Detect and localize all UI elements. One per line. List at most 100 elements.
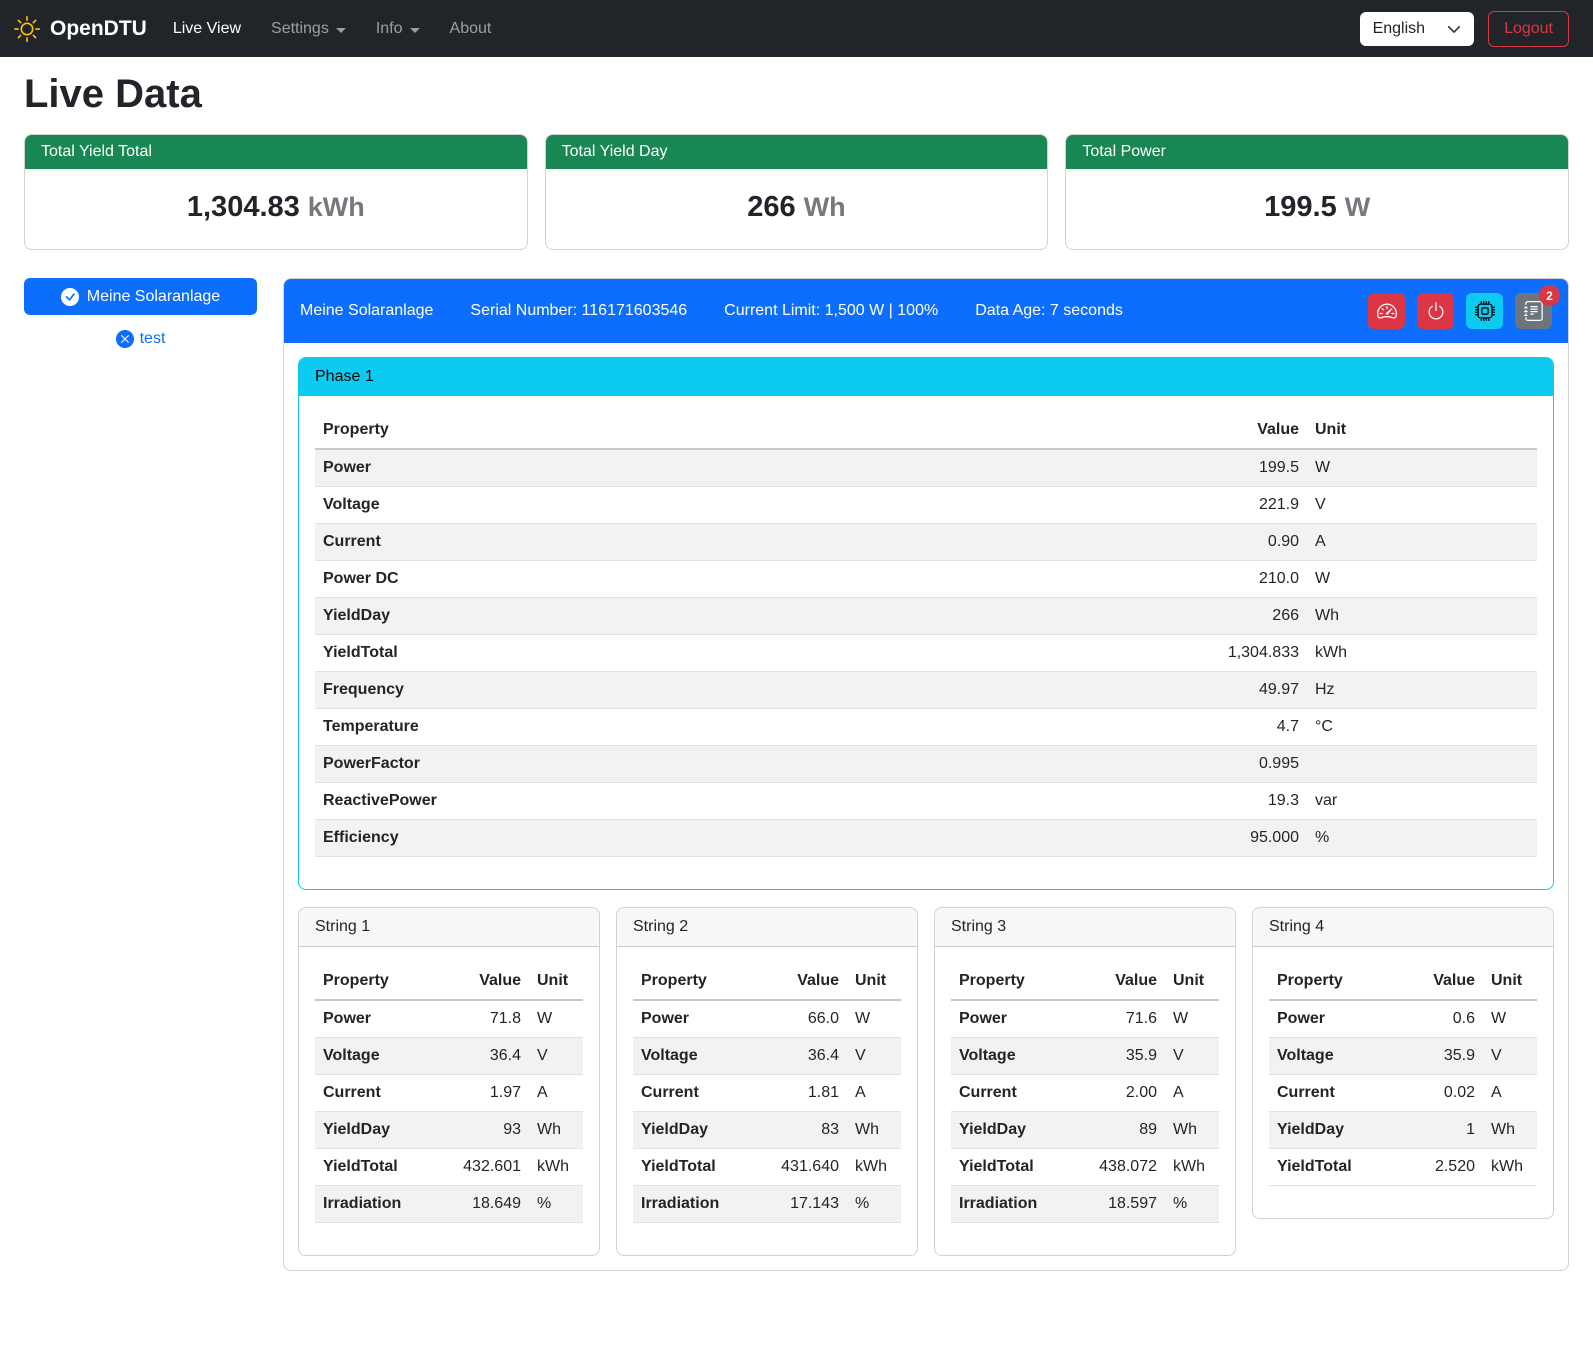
property-cell: Power (315, 449, 1187, 487)
brand-link[interactable]: OpenDTU (14, 16, 147, 42)
card-title: Total Yield Day (546, 135, 1048, 169)
table-header-row: Property Value Unit (315, 963, 583, 1000)
unit-cell: % (847, 1186, 901, 1223)
property-cell: Voltage (315, 1038, 429, 1075)
property-cell: YieldTotal (951, 1149, 1065, 1186)
value-cell: 0.6 (1383, 1000, 1483, 1038)
unit-cell (1307, 746, 1537, 783)
caret-down-icon (410, 28, 420, 33)
unit-cell: A (529, 1075, 583, 1112)
property-cell: Voltage (951, 1038, 1065, 1075)
table-row: YieldDay1Wh (1269, 1112, 1537, 1149)
logout-button[interactable]: Logout (1488, 11, 1569, 47)
value-cell: 0.995 (1187, 746, 1307, 783)
property-cell: Current (951, 1075, 1065, 1112)
column-header-property: Property (951, 963, 1065, 1000)
inverter-card-header: Meine Solaranlage Serial Number: 1161716… (284, 279, 1568, 343)
unit-cell: W (1307, 561, 1537, 598)
value-cell: 36.4 (747, 1038, 847, 1075)
limit-settings-button[interactable] (1368, 293, 1405, 329)
unit-cell: V (847, 1038, 901, 1075)
card-unit: W (1345, 192, 1370, 222)
inverter-name-label: test (140, 330, 166, 348)
unit-cell: kWh (529, 1149, 583, 1186)
value-cell: 18.597 (1065, 1186, 1165, 1223)
property-cell: Efficiency (315, 820, 1187, 857)
string-table: Property Value Unit Power71.6WVoltage35.… (951, 963, 1219, 1223)
unit-cell: var (1307, 783, 1537, 820)
value-cell: 49.97 (1187, 672, 1307, 709)
table-row: Power71.8W (315, 1000, 583, 1038)
unit-cell: A (1307, 524, 1537, 561)
column-header-value: Value (1065, 963, 1165, 1000)
value-cell: 1,304.833 (1187, 635, 1307, 672)
check-circle-icon (61, 288, 79, 306)
property-cell: ReactivePower (315, 783, 1187, 820)
string-card-3: String 3 Property Value Unit (934, 907, 1236, 1256)
column-header-unit: Unit (1483, 963, 1537, 1000)
table-header-row: Property Value Unit (1269, 963, 1537, 1000)
power-toggle-button[interactable] (1417, 293, 1454, 329)
summary-cards-row: Total Yield Total 1,304.83kWh Total Yiel… (24, 134, 1569, 250)
unit-cell: kWh (1307, 635, 1537, 672)
language-select[interactable]: English (1360, 12, 1474, 46)
card-unit: Wh (804, 192, 846, 222)
unit-cell: % (529, 1186, 583, 1223)
column-header-property: Property (315, 963, 429, 1000)
string-card-title: String 3 (935, 908, 1235, 947)
unit-cell: Wh (847, 1112, 901, 1149)
journal-list-icon (1524, 301, 1544, 321)
table-row: YieldTotal438.072kWh (951, 1149, 1219, 1186)
page-title: Live Data (24, 72, 1569, 117)
table-row: Voltage221.9V (315, 487, 1537, 524)
card-body: 199.5 W (1066, 169, 1568, 249)
unit-cell: Wh (1307, 598, 1537, 635)
value-cell: 1.81 (747, 1075, 847, 1112)
table-row: Power0.6W (1269, 1000, 1537, 1038)
sun-icon (14, 16, 40, 42)
inverter-select-button-inactive[interactable]: test (24, 330, 257, 348)
value-cell: 1 (1383, 1112, 1483, 1149)
value-cell: 1.97 (429, 1075, 529, 1112)
table-row: ReactivePower19.3var (315, 783, 1537, 820)
event-log-button[interactable]: 2 (1515, 293, 1552, 329)
value-cell: 438.072 (1065, 1149, 1165, 1186)
table-row: Current0.90A (315, 524, 1537, 561)
unit-cell: V (1165, 1038, 1219, 1075)
value-cell: 199.5 (1187, 449, 1307, 487)
value-cell: 18.649 (429, 1186, 529, 1223)
property-cell: Irradiation (951, 1186, 1065, 1223)
unit-cell: Hz (1307, 672, 1537, 709)
table-row: YieldDay83Wh (633, 1112, 901, 1149)
device-info-button[interactable] (1466, 293, 1503, 329)
nav-item-settings[interactable]: Settings (271, 20, 346, 38)
unit-cell: A (1165, 1075, 1219, 1112)
nav-item-live-view[interactable]: Live View (173, 20, 241, 38)
value-cell: 431.640 (747, 1149, 847, 1186)
nav-item-label: Settings (271, 20, 329, 38)
column-header-unit: Unit (1307, 412, 1537, 449)
value-cell: 71.8 (429, 1000, 529, 1038)
property-cell: Voltage (315, 487, 1187, 524)
card-value: 199.5 (1264, 191, 1337, 223)
nav-item-about[interactable]: About (450, 20, 492, 38)
inverter-select-button-active[interactable]: Meine Solaranlage (24, 278, 257, 315)
table-row: Current1.81A (633, 1075, 901, 1112)
serial-number: Serial Number: 116171603546 (470, 302, 687, 320)
inverter-card: Meine Solaranlage Serial Number: 1161716… (283, 278, 1569, 1271)
value-cell: 2.00 (1065, 1075, 1165, 1112)
data-age: Data Age: 7 seconds (975, 302, 1123, 320)
value-cell: 0.90 (1187, 524, 1307, 561)
nav-links: Live View Settings Info About (173, 20, 1360, 38)
card-unit: kWh (308, 192, 365, 222)
value-cell: 221.9 (1187, 487, 1307, 524)
nav-item-label: Info (376, 20, 403, 38)
property-cell: Irradiation (315, 1186, 429, 1223)
value-cell: 210.0 (1187, 561, 1307, 598)
value-cell: 266 (1187, 598, 1307, 635)
nav-item-info[interactable]: Info (376, 20, 420, 38)
table-row: Voltage35.9V (951, 1038, 1219, 1075)
power-icon (1426, 301, 1446, 321)
table-row: Voltage36.4V (315, 1038, 583, 1075)
inverter-name-label: Meine Solaranlage (87, 288, 220, 306)
